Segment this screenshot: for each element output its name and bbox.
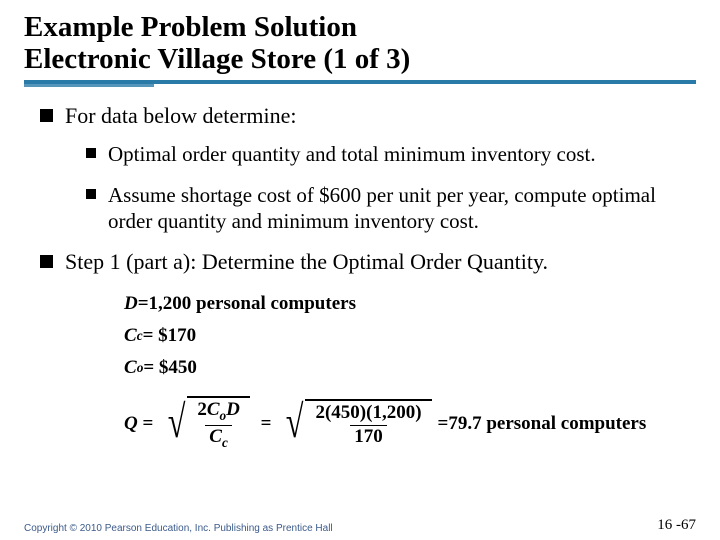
fraction-2: 2(450)(1,200) 170 [311,403,425,448]
val-Cc: = $170 [143,320,197,352]
eq-Cc: Cc = $170 [124,320,696,352]
title-underline [24,80,696,84]
val-D: =1,200 personal computers [138,288,356,320]
den2: 170 [350,425,387,448]
bullet-1a-text: Optimal order quantity and total minimum… [108,141,596,167]
bullet-2-text: Step 1 (part a): Determine the Optimal O… [65,248,548,276]
square-bullet-icon [86,148,96,158]
footer: Copyright © 2010 Pearson Education, Inc.… [24,517,696,534]
var-Co: C [124,352,137,384]
title-line-1: Example Problem Solution [24,11,357,43]
copyright-text: Copyright © 2010 Pearson Education, Inc.… [24,523,333,534]
eq-D: D =1,200 personal computers [124,288,696,320]
var-D: D [124,288,138,320]
num1-2: 2 [197,399,207,420]
title-line-2: Electronic Village Store (1 of 3) [24,43,410,75]
equals-2: = [256,408,276,440]
radical-1: √ 2CoD Cc [164,396,250,452]
den1-C: C [209,426,222,447]
bullet-1: For data below determine: [24,102,696,130]
num1-D: D [226,399,240,420]
result: =79.7 personal computers [438,408,647,440]
bullet-2: Step 1 (part a): Determine the Optimal O… [24,248,696,276]
bullet-1b-text: Assume shortage cost of $600 per unit pe… [108,182,688,235]
var-Q: Q [124,408,138,440]
radical-2: √ 2(450)(1,200) 170 [282,399,431,450]
var-Cc: C [124,320,137,352]
page-number: 16 -67 [657,517,696,534]
num1-C: C [207,399,220,420]
square-bullet-icon [40,109,53,122]
bullet-1-text: For data below determine: [65,102,297,130]
bullet-1a: Optimal order quantity and total minimum… [24,141,696,167]
equals-1: = [138,408,158,440]
val-Co: = $450 [143,352,197,384]
fraction-1: 2CoD Cc [193,400,244,450]
math-block: D =1,200 personal computers Cc = $170 Co… [24,288,696,453]
square-bullet-icon [86,189,96,199]
content-area: For data below determine: Optimal order … [24,102,696,452]
square-bullet-icon [40,255,53,268]
den1-Csub: c [222,435,228,450]
sub-Co: o [137,357,144,380]
bullet-1b: Assume shortage cost of $600 per unit pe… [24,182,696,235]
num2: 2(450)(1,200) [311,403,425,425]
eq-Q: Q = √ 2CoD Cc [124,396,696,452]
slide-title: Example Problem Solution Electronic Vill… [24,12,696,76]
eq-Co: Co = $450 [124,352,696,384]
